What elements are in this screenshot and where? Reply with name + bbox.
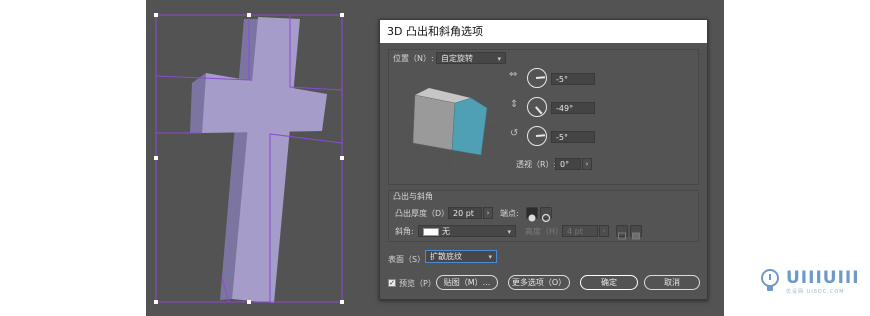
bevel-dropdown[interactable]: 无 ▾ (418, 225, 516, 237)
x-axis-rotate-icon: ⇔ (509, 69, 518, 80)
surface-value: 扩散底纹 (430, 252, 462, 261)
surface-dropdown[interactable]: 扩散底纹 ▾ (425, 250, 497, 263)
bevel-height-label: 高度（H）: (525, 227, 566, 236)
dialog-title: 3D 凸出和斜角选项 (380, 20, 707, 43)
bevel-height-field: 4 pt (562, 225, 598, 237)
cap-on-icon (528, 214, 536, 222)
cap-off-icon (541, 213, 551, 223)
preview-checkbox[interactable]: ✓ (388, 279, 396, 287)
perspective-field[interactable]: 0° (555, 158, 581, 170)
rotation-cube-preview[interactable] (407, 86, 501, 166)
chevron-down-icon: ▾ (488, 253, 492, 261)
extrude-depth-field[interactable]: 20 pt (448, 207, 482, 219)
cap-off-button[interactable] (540, 207, 552, 223)
bevel-out-icon (618, 232, 626, 240)
position-panel: 位置（N）: 自定旋转 ▾ ⇔ -5° ⇕ -49° ↺ -5° 透视（R）: … (388, 49, 699, 185)
cube-left-face (412, 94, 456, 151)
extrude-bevel-panel: 凸出与斜角 凸出厚度（D）: 20 pt › 端点: 斜角: 无 ▾ 高度（H）… (388, 190, 699, 242)
bevel-height-stepper: › (599, 225, 609, 237)
bevel-label: 斜角: (395, 227, 414, 236)
bevel-in-icon (632, 232, 640, 240)
bevel-swatch (423, 227, 439, 236)
x-axis-angle-field[interactable]: -5° (551, 73, 595, 85)
perspective-stepper[interactable]: › (582, 158, 592, 170)
cross-artwork[interactable] (146, 0, 376, 316)
surface-label: 表面（S）: (388, 255, 428, 264)
cube-right-face (451, 97, 488, 156)
position-label: 位置（N）: (393, 54, 434, 63)
chevron-down-icon: ▾ (497, 55, 501, 63)
chevron-down-icon: ▾ (507, 228, 511, 236)
y-axis-rotate-icon: ⇕ (510, 99, 519, 110)
extrude-depth-label: 凸出厚度（D）: (395, 209, 452, 218)
3d-extrude-bevel-dialog: 3D 凸出和斜角选项 位置（N）: 自定旋转 ▾ ⇔ -5° ⇕ -49° ↺ … (379, 19, 708, 300)
watermark-brand: UIIIUIII (786, 268, 860, 288)
y-axis-dial[interactable] (527, 97, 547, 117)
z-axis-angle-field[interactable]: -5° (551, 131, 595, 143)
position-preset-value: 自定旋转 (441, 54, 473, 63)
more-options-button[interactable]: 更多选项（O） (508, 275, 570, 290)
watermark-sub: 优设网 UISDC.COM (786, 289, 845, 295)
map-art-button[interactable]: 贴图（M）... (436, 275, 498, 290)
cap-label: 端点: (500, 209, 519, 218)
cap-on-button[interactable] (526, 207, 538, 222)
cancel-button[interactable]: 取消 (644, 275, 700, 290)
z-axis-dial[interactable] (527, 126, 547, 146)
z-axis-rotate-icon: ↺ (510, 128, 519, 139)
extrude-section-label: 凸出与斜角 (393, 192, 433, 201)
uisdc-logo-icon (761, 269, 779, 291)
preview-label: 预览（P） (399, 279, 436, 288)
perspective-label: 透视（R）: (516, 160, 557, 169)
position-preset-dropdown[interactable]: 自定旋转 ▾ (436, 52, 506, 64)
ok-button[interactable]: 确定 (580, 275, 638, 290)
bevel-out-button (616, 225, 628, 240)
extrude-depth-stepper[interactable]: › (483, 207, 493, 219)
bevel-in-button (630, 225, 642, 240)
y-axis-angle-field[interactable]: -49° (551, 102, 595, 114)
bevel-value: 无 (442, 227, 450, 236)
x-axis-dial[interactable] (527, 68, 547, 88)
